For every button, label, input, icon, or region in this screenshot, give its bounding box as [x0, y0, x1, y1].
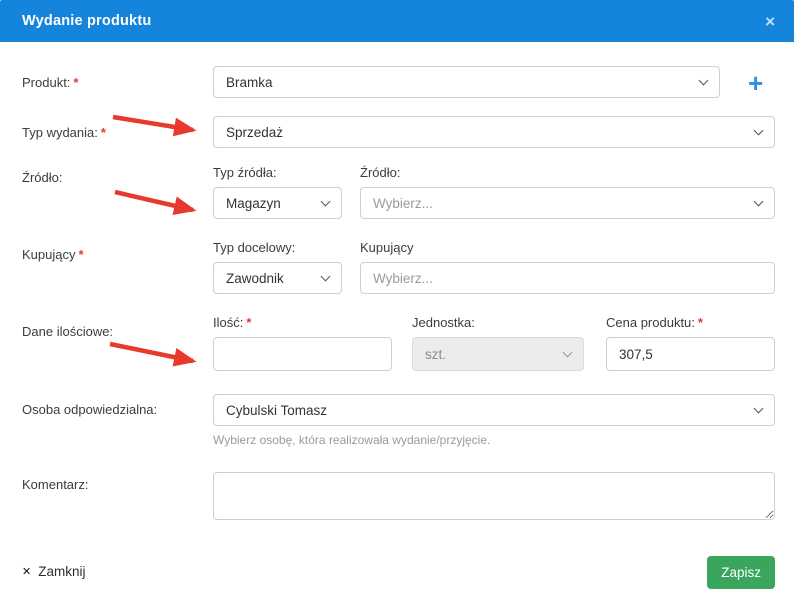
produkt-label: Produkt: * [22, 75, 79, 90]
modal-title: Wydanie produktu [22, 13, 152, 29]
close-x-icon: ✕ [22, 566, 32, 578]
annotation-arrow-typ-wydania [112, 114, 197, 137]
komentarz-label: Komentarz: [22, 477, 89, 492]
osoba-helper-text: Wybierz osobę, która realizowała wydanie… [213, 433, 491, 447]
zrodlo-select[interactable]: Wybierz... [360, 187, 775, 219]
cena-produktu-input[interactable] [606, 337, 775, 371]
close-button[interactable]: ✕ Zamknij [22, 564, 85, 579]
produkt-select[interactable]: Bramka [213, 66, 720, 98]
chevron-down-icon [562, 347, 573, 357]
jednostka-select-value: szt. [425, 346, 447, 362]
save-button[interactable]: Zapisz [707, 556, 775, 589]
produkt-select-value: Bramka [226, 74, 273, 90]
product-issue-modal: Wydanie produktu × Produkt: * Bramka + Ty… [0, 0, 794, 603]
chevron-down-icon [753, 125, 764, 135]
annotation-arrow-zrodlo [114, 189, 197, 215]
required-asterisk: * [246, 315, 252, 330]
typ-docelowy-select[interactable]: Zawodnik [213, 262, 342, 294]
chevron-down-icon [698, 75, 709, 85]
zrodlo-select-placeholder: Wybierz... [373, 195, 433, 211]
typ-wydania-select-value: Sprzedaż [226, 124, 284, 140]
typ-wydania-select[interactable]: Sprzedaż [213, 116, 775, 148]
required-asterisk: * [78, 247, 84, 262]
typ-zrodla-label: Typ źródła: [213, 165, 277, 180]
chevron-down-icon [753, 196, 764, 206]
typ-docelowy-label: Typ docelowy: [213, 240, 296, 255]
modal-header: Wydanie produktu × [0, 0, 794, 42]
ilosc-label: Ilość: * [213, 315, 252, 330]
komentarz-textarea[interactable] [213, 472, 775, 520]
close-icon[interactable]: × [765, 13, 775, 30]
osoba-select-value: Cybulski Tomasz [226, 402, 328, 418]
required-asterisk: * [73, 75, 79, 90]
typ-docelowy-select-value: Zawodnik [226, 270, 284, 286]
typ-wydania-label: Typ wydania: * [22, 125, 106, 140]
typ-zrodla-select[interactable]: Magazyn [213, 187, 342, 219]
jednostka-select: szt. [412, 337, 584, 371]
typ-zrodla-select-value: Magazyn [226, 195, 281, 211]
chevron-down-icon [753, 403, 764, 413]
add-product-icon[interactable]: + [748, 70, 763, 96]
zrodlo-sub-label: Źródło: [360, 165, 401, 180]
kupujacy-input[interactable] [360, 262, 775, 294]
dane-ilosciowe-label: Dane ilościowe: [22, 324, 114, 339]
osoba-label: Osoba odpowiedzialna: [22, 402, 158, 417]
ilosc-input[interactable] [213, 337, 392, 371]
chevron-down-icon [320, 271, 331, 281]
jednostka-label: Jednostka: [412, 315, 475, 330]
chevron-down-icon [320, 196, 331, 206]
required-asterisk: * [100, 125, 106, 140]
zrodlo-group-label: Źródło: [22, 170, 63, 185]
required-asterisk: * [697, 315, 703, 330]
osoba-select[interactable]: Cybulski Tomasz [213, 394, 775, 426]
close-button-label: Zamknij [38, 564, 86, 579]
cena-produktu-label: Cena produktu: * [606, 315, 703, 330]
kupujacy-group-label: Kupujący * [22, 247, 84, 262]
kupujacy-sub-label: Kupujący [360, 240, 414, 255]
annotation-arrow-ilosc [109, 341, 197, 367]
